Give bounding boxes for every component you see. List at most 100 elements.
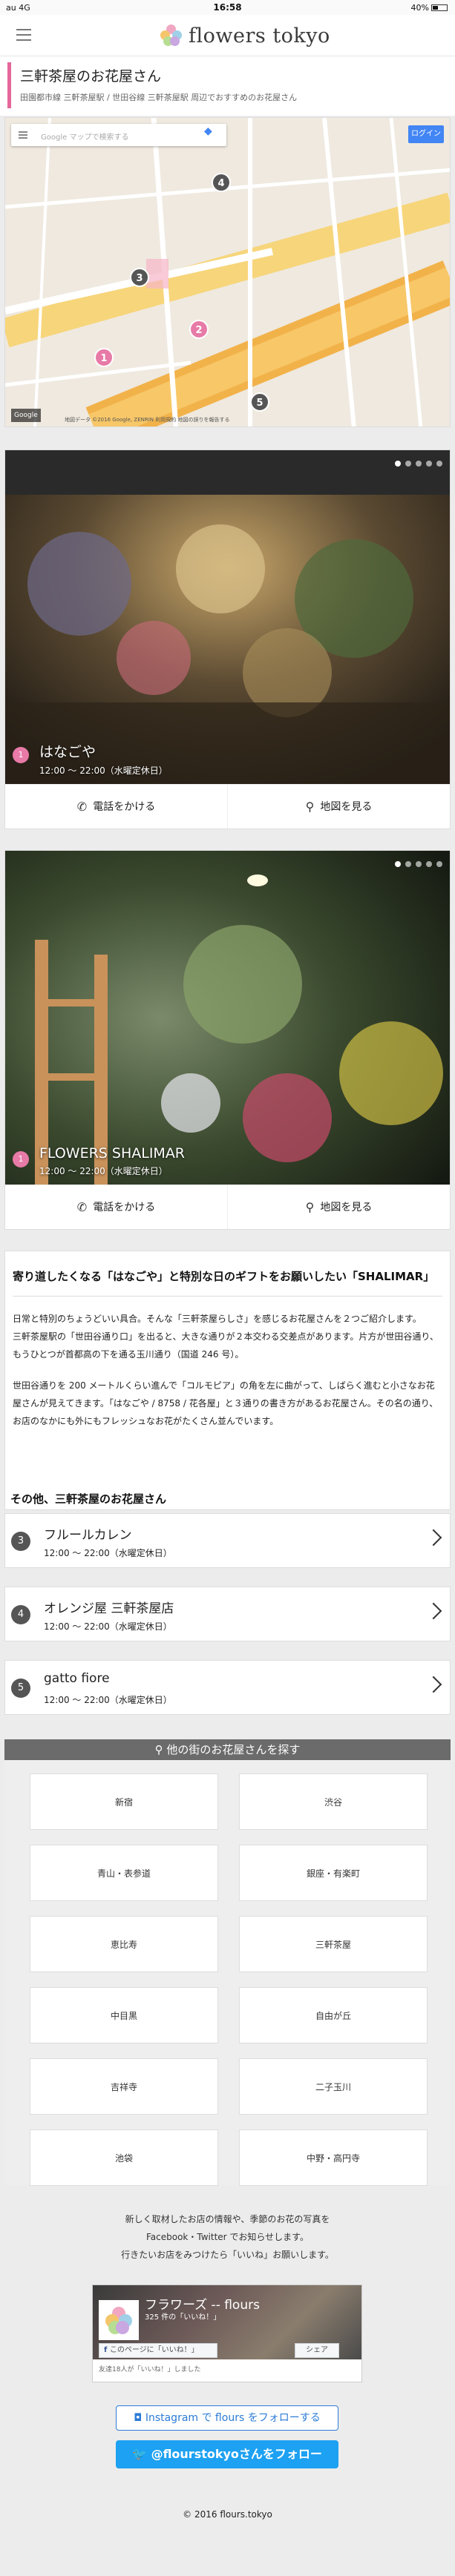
town-link[interactable]: 中目黒 <box>30 1987 218 2043</box>
social-notice: 新しく取材したお店の情報や、季節のお花の写真を Facebook・Twitter… <box>0 2210 455 2264</box>
list-item[interactable]: 5 gatto fiore 12:00 〜 22:00（水曜定休日） <box>4 1660 451 1715</box>
map-attribution: 地図データ ©2016 Google, ZENRIN 利用規約 地図の誤りを報告… <box>65 417 230 423</box>
town-link[interactable]: 二子玉川 <box>239 2058 428 2115</box>
site-logo[interactable]: flowers tokyo <box>160 22 330 49</box>
notice-line: Facebook・Twitter でお知らせします。 <box>146 2232 309 2242</box>
embedded-map[interactable]: Google マップで検索する ◆ ログイン 1 2 3 4 5 Google … <box>4 117 451 427</box>
facebook-like-button[interactable]: f このページに「いいね！」 <box>99 2343 217 2358</box>
map-pin-icon: ⚲ <box>305 800 315 814</box>
map-marker-2[interactable]: 2 <box>189 320 209 339</box>
view-map-button[interactable]: ⚲ 地図を見る <box>227 1185 450 1229</box>
shop-hours: 12:00 〜 22:00（水曜定休日） <box>44 1621 172 1632</box>
towns-heading: ⚲ 他の街のお花屋さんを探す <box>4 1739 451 1760</box>
town-link[interactable]: 中野・高円寺 <box>239 2129 428 2186</box>
facebook-avatar <box>99 2300 139 2340</box>
twitter-follow-button[interactable]: 🐦 @flourstokyoさんをフォロー <box>116 2440 338 2468</box>
shop-number-badge: 1 <box>13 1151 29 1167</box>
shop-number-badge: 1 <box>13 747 29 763</box>
map-marker-4[interactable]: 4 <box>212 173 231 192</box>
notice-line: 行きたいお店をみつけたら「いいね」お願いします。 <box>121 2250 334 2260</box>
shop-photo-carousel[interactable]: 1 FLOWERS SHALIMAR 12:00 〜 22:00（水曜定休日） <box>5 851 450 1185</box>
clock: 16:58 <box>213 2 242 13</box>
facebook-like-label: このページに「いいね！」 <box>109 2346 199 2354</box>
shop-caption: 1 はなごや 12:00 〜 22:00（水曜定休日） <box>13 741 168 777</box>
map-marker-3[interactable]: 3 <box>130 268 149 287</box>
town-link[interactable]: 吉祥寺 <box>30 2058 218 2115</box>
map-login-button[interactable]: ログイン <box>408 125 444 143</box>
chevron-right-icon <box>425 1529 442 1546</box>
page-title: 三軒茶屋のお花屋さん <box>20 68 162 85</box>
shop-card-shalimar: 1 FLOWERS SHALIMAR 12:00 〜 22:00（水曜定休日） … <box>4 850 451 1230</box>
article-paragraph: 世田谷通りを 200 メートルくらい進んで「コルモピア」の角を左に曲がって、しば… <box>13 1380 439 1426</box>
instagram-label: Instagram で flours をフォローする <box>145 2412 321 2424</box>
view-map-button[interactable]: ⚲ 地図を見る <box>227 785 450 829</box>
map-pin-icon: ⚲ <box>305 1200 315 1214</box>
page-title-block: 三軒茶屋のお花屋さん 田園都市線 三軒茶屋駅 / 世田谷線 三軒茶屋駅 周辺でお… <box>0 56 455 116</box>
town-link[interactable]: 新宿 <box>30 1773 218 1830</box>
phone-icon: ✆ <box>76 1200 88 1214</box>
copyright: © 2016 flours.tokyo <box>0 2500 455 2576</box>
flower-logo-icon <box>160 24 183 47</box>
facebook-share-button[interactable]: シェア <box>295 2343 339 2358</box>
town-link[interactable]: 恵比寿 <box>30 1916 218 1972</box>
phone-icon: ✆ <box>76 800 88 814</box>
call-label: 電話をかける <box>93 801 156 813</box>
town-link[interactable]: 青山・表参道 <box>30 1845 218 1901</box>
map-label: 地図を見る <box>320 1202 373 1213</box>
facebook-like-count: 325 件の「いいね！」 <box>145 2313 221 2322</box>
facebook-friends-text: 友達18人が「いいね！」しました <box>99 2366 201 2374</box>
map-marker-1[interactable]: 1 <box>94 348 114 367</box>
carousel-dots[interactable] <box>395 861 442 867</box>
battery-label: 40% <box>410 3 429 13</box>
towns-grid: 新宿 渋谷 青山・表参道 銀座・有楽町 恵比寿 三軒茶屋 中目黒 自由が丘 吉祥… <box>4 1760 451 2186</box>
town-link[interactable]: 渋谷 <box>239 1773 428 1830</box>
logo-text: flowers tokyo <box>189 24 330 47</box>
battery-status: 40% <box>411 3 448 13</box>
facebook-page-widget[interactable]: フラワーズ -- flours 325 件の「いいね！」 f このページに「いい… <box>92 2285 362 2382</box>
site-header: flowers tokyo <box>0 15 455 56</box>
status-bar: au 4G 16:58 40% <box>0 0 455 15</box>
article-heading: 寄り道したくなる「はなごや」と特別な日のギフトをお願いしたい「SHALIMAR」 <box>13 1268 442 1297</box>
list-item[interactable]: 3 フルールカレン 12:00 〜 22:00（水曜定休日） <box>4 1513 451 1568</box>
carousel-dots[interactable] <box>395 461 442 467</box>
chevron-right-icon <box>425 1602 442 1620</box>
call-label: 電話をかける <box>93 1202 156 1213</box>
article-paragraph: 三軒茶屋駅の「世田谷通り口」を出ると、大きな通りが２本交わる交差点があります。片… <box>13 1331 439 1360</box>
shop-number-badge: 4 <box>11 1605 30 1624</box>
town-link[interactable]: 三軒茶屋 <box>239 1916 428 1972</box>
call-button[interactable]: ✆ 電話をかける <box>5 785 227 829</box>
map-search-input[interactable]: Google マップで検索する <box>11 124 226 146</box>
map-menu-icon[interactable] <box>19 131 27 139</box>
shop-photo-image <box>5 851 450 1185</box>
list-item[interactable]: 4 オレンジ屋 三軒茶屋店 12:00 〜 22:00（水曜定休日） <box>4 1587 451 1641</box>
shop-name: gatto fiore <box>44 1671 110 1686</box>
twitter-bird-icon: 🐦 <box>132 2447 151 2461</box>
shop-name: はなごや <box>39 744 96 760</box>
town-link[interactable]: 自由が丘 <box>239 1987 428 2043</box>
shop-hours: 12:00 〜 22:00（水曜定休日） <box>44 1695 172 1705</box>
shop-hours: 12:00 〜 22:00（水曜定休日） <box>44 1548 172 1558</box>
shop-caption: 1 FLOWERS SHALIMAR 12:00 〜 22:00（水曜定休日） <box>13 1145 185 1177</box>
map-streets <box>5 118 450 426</box>
notice-line: 新しく取材したお店の情報や、季節のお花の写真を <box>125 2214 330 2224</box>
directions-icon[interactable]: ◆ <box>204 125 212 137</box>
shop-name: フルールカレン <box>44 1528 132 1543</box>
call-button[interactable]: ✆ 電話をかける <box>5 1185 227 1229</box>
map-marker-5[interactable]: 5 <box>250 392 269 412</box>
town-link[interactable]: 池袋 <box>30 2129 218 2186</box>
shop-card-hanagoya: 1 はなごや 12:00 〜 22:00（水曜定休日） ✆ 電話をかける ⚲ 地図を… <box>4 449 451 829</box>
twitter-label: @flourstokyoさんをフォロー <box>151 2447 322 2461</box>
towns-heading-label: 他の街のお花屋さんを探す <box>166 1743 301 1756</box>
facebook-icon: f <box>104 2346 110 2354</box>
shop-name: オレンジ屋 三軒茶屋店 <box>44 1601 174 1616</box>
menu-icon[interactable] <box>16 29 31 41</box>
map-search-placeholder: Google マップで検索する <box>41 134 129 142</box>
shop-number-badge: 3 <box>11 1532 30 1551</box>
instagram-icon: ◘ <box>134 2412 145 2424</box>
shop-photo-image <box>5 450 450 784</box>
town-link[interactable]: 銀座・有楽町 <box>239 1845 428 1901</box>
shop-name: FLOWERS SHALIMAR <box>39 1145 186 1162</box>
instagram-follow-button[interactable]: ◘ Instagram で flours をフォローする <box>116 2405 338 2431</box>
shop-number-badge: 5 <box>11 1679 30 1698</box>
shop-photo-carousel[interactable]: 1 はなごや 12:00 〜 22:00（水曜定休日） <box>5 450 450 784</box>
